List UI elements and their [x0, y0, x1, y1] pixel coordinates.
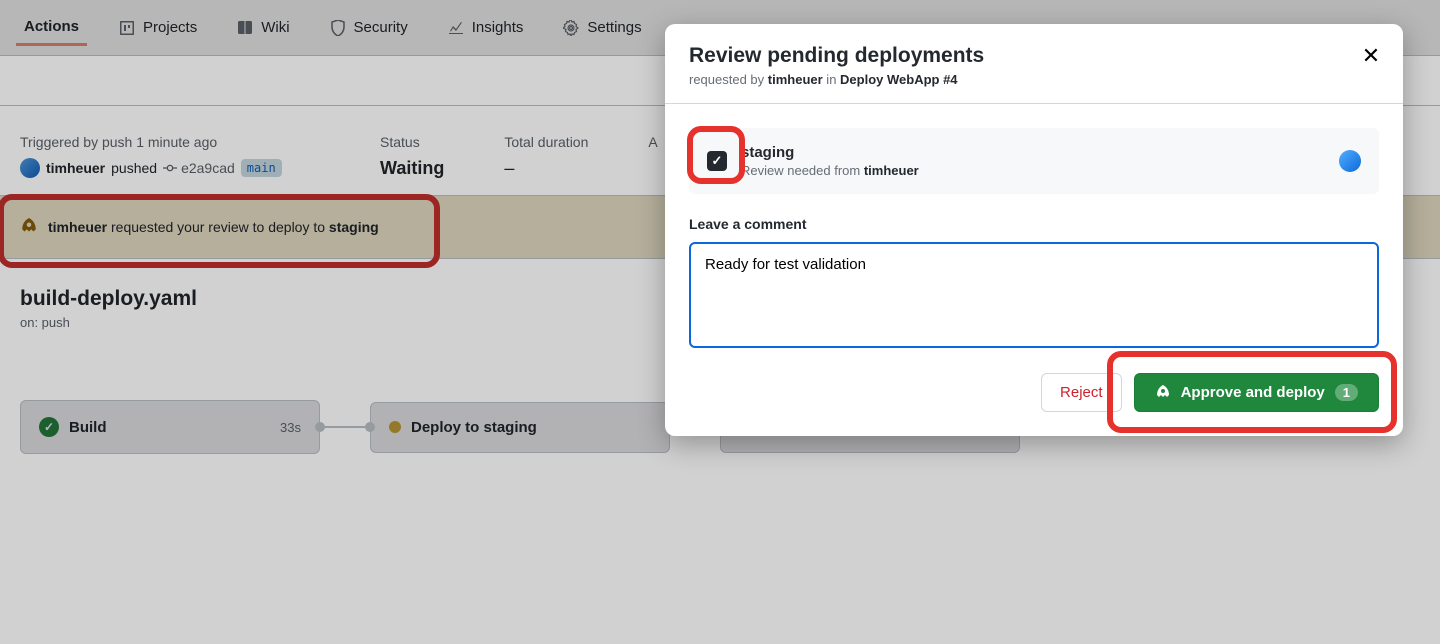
modal-actions: Reject Approve and deploy 1: [689, 373, 1379, 412]
subtitle-mid: in: [823, 72, 840, 87]
environment-row[interactable]: staging Review needed from timheuer: [689, 128, 1379, 194]
environment-checkbox[interactable]: [707, 151, 727, 171]
subtitle-workflow: Deploy WebApp #4: [840, 72, 958, 87]
env-sub-prefix: Review needed from: [741, 163, 864, 178]
reject-button[interactable]: Reject: [1041, 373, 1122, 412]
approve-count: 1: [1335, 384, 1358, 401]
comment-label: Leave a comment: [689, 216, 1379, 232]
reviewer-avatar[interactable]: [1339, 150, 1361, 172]
rocket-icon: [1155, 385, 1171, 401]
environment-name: staging: [741, 144, 919, 161]
comment-input[interactable]: Ready for test validation: [689, 242, 1379, 348]
review-modal: Review pending deployments requested by …: [665, 24, 1403, 436]
close-button[interactable]: ✕: [1357, 42, 1385, 70]
modal-subtitle: requested by timheuer in Deploy WebApp #…: [689, 72, 1379, 87]
environment-subtext: Review needed from timheuer: [741, 163, 919, 178]
subtitle-prefix: requested by: [689, 72, 768, 87]
subtitle-actor: timheuer: [768, 72, 823, 87]
approve-button[interactable]: Approve and deploy 1: [1134, 373, 1379, 412]
env-sub-actor: timheuer: [864, 163, 919, 178]
modal-header: Review pending deployments requested by …: [665, 24, 1403, 104]
modal-title: Review pending deployments: [689, 44, 1379, 68]
modal-body: staging Review needed from timheuer Leav…: [665, 104, 1403, 436]
close-icon: ✕: [1362, 43, 1380, 68]
approve-label: Approve and deploy: [1181, 384, 1325, 401]
